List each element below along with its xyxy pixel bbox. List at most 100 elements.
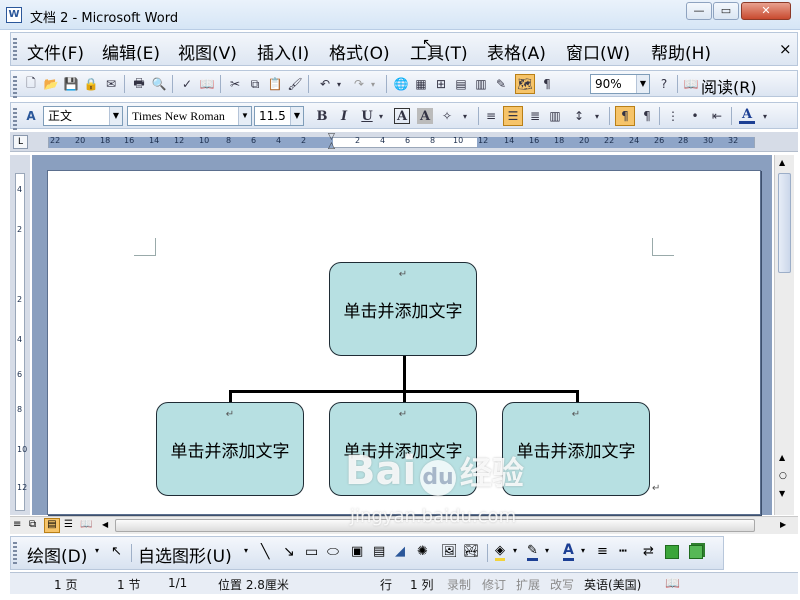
indent-marker[interactable]: ▽ △ (328, 133, 338, 151)
status-record[interactable]: 录制 (447, 576, 471, 593)
zoom-select[interactable]: 90% ▼ (590, 74, 650, 94)
textbox-icon[interactable]: ▣ (351, 544, 363, 559)
dash-style-icon[interactable]: ┅ (619, 544, 627, 559)
vertical-textbox-icon[interactable]: ▤ (373, 544, 385, 559)
cut-icon[interactable]: ✂ (227, 76, 243, 92)
open-folder-icon[interactable]: 📂 (43, 76, 59, 92)
line-spacing-icon[interactable]: ↕ (571, 108, 587, 124)
arrow-style-icon[interactable]: ⇄ (643, 544, 654, 559)
redo-dropdown-icon[interactable]: ▾ (365, 76, 381, 92)
styles-formatting-icon[interactable]: A (23, 108, 39, 124)
draw-dropdown-icon[interactable]: ▾ (95, 546, 99, 555)
normal-view-icon[interactable]: ≡ (13, 519, 21, 530)
rtl-paragraph-icon[interactable]: ¶ (639, 108, 655, 124)
vertical-ruler[interactable]: 4 2 2 4 6 8 10 12 (10, 155, 30, 515)
select-objects-icon[interactable]: ↖ (111, 544, 122, 559)
status-extend[interactable]: 扩展 (516, 576, 540, 593)
numbering-icon[interactable]: ⋮ (665, 108, 681, 124)
permission-icon[interactable]: 🔒 (83, 76, 99, 92)
clipart-icon[interactable]: 🖼 (441, 544, 458, 559)
format-painter-icon[interactable]: 🖌 (287, 76, 303, 92)
maximize-button[interactable]: ▭ (713, 2, 739, 20)
close-document-button[interactable]: × (779, 40, 792, 58)
document-map-icon[interactable]: 🗺 (515, 74, 535, 94)
ltr-paragraph-icon[interactable]: ¶ (615, 106, 635, 126)
arrow-icon[interactable]: ↘ (283, 544, 295, 560)
email-icon[interactable]: ✉ (103, 76, 119, 92)
tables-borders-icon[interactable]: ▦ (413, 76, 429, 92)
previous-page-icon[interactable]: ▲ (779, 453, 785, 462)
align-right-icon[interactable]: ≣ (527, 108, 543, 124)
font-color-dropdown-icon[interactable]: ▾ (757, 108, 773, 124)
menu-insert[interactable]: 插入(I) (257, 39, 309, 64)
enclose-dropdown-icon[interactable]: ▾ (457, 108, 473, 124)
vertical-scrollbar[interactable]: ▲ ▲ ○ ▼ (774, 155, 794, 515)
decrease-indent-icon[interactable]: ⇤ (709, 108, 725, 124)
char-shading-button[interactable]: A (417, 108, 433, 124)
font-size-select[interactable]: 11.5 ▼ (254, 106, 304, 126)
font-color-draw-dropdown-icon[interactable]: ▾ (581, 546, 585, 555)
bold-button[interactable]: B (314, 108, 330, 124)
fill-color-icon[interactable]: ◈ (495, 543, 505, 561)
menu-format[interactable]: 格式(O) (329, 39, 390, 64)
scroll-thumb[interactable] (778, 173, 791, 273)
close-window-button[interactable]: ✕ (741, 2, 791, 20)
line-color-dropdown-icon[interactable]: ▾ (545, 546, 549, 555)
org-chart-root-node[interactable]: ↵ 单击并添加文字 (329, 262, 477, 356)
read-mode-icon[interactable]: 📖 (683, 76, 699, 92)
horizontal-ruler[interactable]: L 22 20 18 16 14 12 10 8 6 4 2 ▽ △ 2 4 6 … (10, 132, 798, 152)
italic-button[interactable]: I (336, 108, 352, 124)
menu-table[interactable]: 表格(A) (487, 39, 546, 64)
underline-dropdown-icon[interactable]: ▾ (373, 108, 389, 124)
print-icon[interactable]: 🖶 (131, 76, 147, 92)
tab-selector[interactable]: L (13, 135, 28, 149)
org-chart-child-node-3[interactable]: ↵ 单击并添加文字 (502, 402, 650, 496)
columns-icon[interactable]: ▥ (473, 76, 489, 92)
scroll-left-icon[interactable]: ◀ (102, 520, 108, 529)
wordart-icon[interactable]: ◢ (395, 544, 405, 559)
font-select[interactable]: Times New Roman ▼ (127, 106, 252, 126)
toolbar-grip[interactable] (13, 76, 17, 98)
oval-icon[interactable]: ⬭ (327, 544, 339, 560)
undo-dropdown-icon[interactable]: ▾ (331, 76, 347, 92)
line-color-icon[interactable]: ✎ (527, 543, 538, 561)
align-center-icon[interactable]: ☰ (503, 106, 523, 126)
menubar-grip[interactable] (13, 38, 17, 60)
insert-table-icon[interactable]: ⊞ (433, 76, 449, 92)
research-icon[interactable]: 📖 (199, 76, 215, 92)
char-border-button[interactable]: A (394, 108, 410, 124)
justify-icon[interactable]: ≡ (483, 108, 499, 124)
enclose-characters-icon[interactable]: ✧ (439, 108, 455, 124)
toolbar-grip[interactable] (13, 542, 17, 564)
3d-style-icon[interactable] (689, 545, 703, 559)
menu-help[interactable]: 帮助(H) (651, 39, 711, 64)
line-spacing-dropdown-icon[interactable]: ▾ (589, 108, 605, 124)
reading-view-icon[interactable]: 📖 (80, 519, 92, 530)
show-hide-icon[interactable]: ¶ (539, 76, 555, 92)
next-page-icon[interactable]: ▼ (779, 489, 785, 498)
status-track-changes[interactable]: 修订 (482, 576, 506, 593)
status-overtype[interactable]: 改写 (550, 576, 574, 593)
web-view-icon[interactable]: ⧉ (29, 519, 36, 530)
org-chart-child-node-1[interactable]: ↵ 单击并添加文字 (156, 402, 304, 496)
draw-menu-button[interactable]: 绘图(D) (27, 542, 87, 567)
shadow-style-icon[interactable] (665, 545, 679, 559)
insert-picture-icon[interactable]: 🏞 (463, 544, 480, 559)
new-document-icon[interactable]: 🗋 (23, 76, 39, 92)
autoshapes-menu-button[interactable]: 自选图形(U) (138, 542, 232, 567)
copy-icon[interactable]: ⧉ (247, 76, 263, 92)
rectangle-icon[interactable]: ▭ (305, 544, 318, 560)
word-app-icon[interactable]: W (6, 7, 22, 23)
hyperlink-icon[interactable]: 🌐 (393, 76, 409, 92)
font-color-draw-icon[interactable]: A (563, 542, 574, 561)
scroll-right-icon[interactable]: ▶ (780, 520, 786, 529)
status-language[interactable]: 英语(美国) (584, 576, 641, 593)
menu-window[interactable]: 窗口(W) (566, 39, 630, 64)
help-icon[interactable]: ? (656, 76, 672, 92)
scroll-up-icon[interactable]: ▲ (779, 158, 785, 167)
minimize-button[interactable]: — (686, 2, 712, 20)
font-color-button[interactable]: A (739, 107, 755, 124)
diagram-icon[interactable]: ✺ (417, 544, 428, 559)
line-icon[interactable]: ╲ (261, 544, 269, 560)
save-icon[interactable]: 💾 (63, 76, 79, 92)
